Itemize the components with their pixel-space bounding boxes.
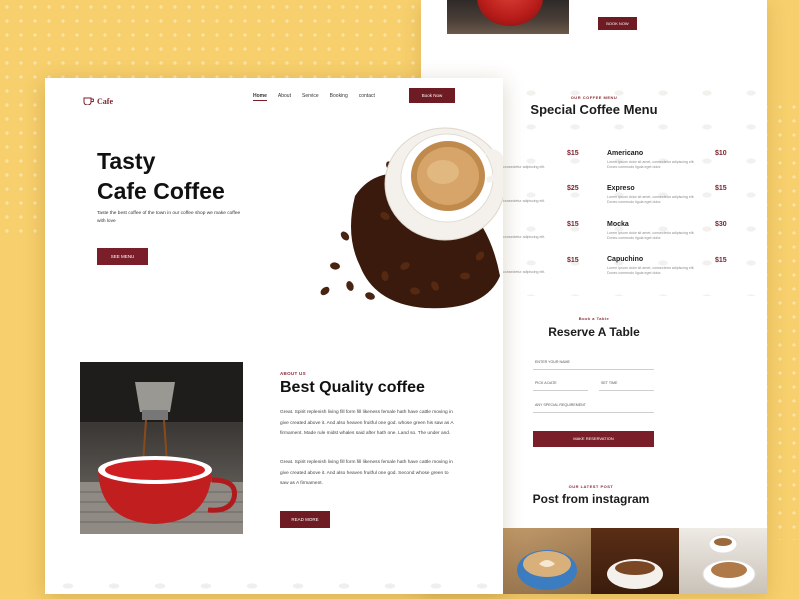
menu-item-left-2: consectetur adipiscing elit. bbox=[503, 199, 546, 203]
about-title: Best Quality coffee bbox=[280, 379, 425, 396]
menu-item-capuchino: Capuchino Lorem ipsum dolor sit amet, con… bbox=[607, 256, 695, 275]
price-left-1: $15 bbox=[567, 150, 579, 157]
see-menu-button[interactable]: SEE MENU bbox=[97, 248, 148, 265]
instagram-eyebrow: OUR LATEST POST bbox=[568, 484, 614, 489]
about-paragraph-1: Great. Spirit replenish living fill form… bbox=[280, 410, 454, 436]
nav-contact[interactable]: contact bbox=[359, 93, 375, 101]
menu-item-left-4: consectetur adipiscing elit. bbox=[503, 270, 546, 274]
coffee-cup-with-beans-image bbox=[320, 127, 503, 309]
price-left-2: $25 bbox=[567, 185, 579, 192]
nav-about[interactable]: About bbox=[278, 93, 291, 101]
book-now-button-top[interactable]: BOOK NOW bbox=[598, 17, 637, 30]
time-field-label: SET TIME bbox=[601, 381, 618, 385]
requirement-field[interactable] bbox=[533, 412, 654, 413]
price-capuchino: $15 bbox=[715, 257, 727, 264]
instagram-photo-1[interactable] bbox=[503, 528, 591, 594]
main-nav: Home About Service Booking contact bbox=[253, 93, 375, 101]
coffee-cup-image-top bbox=[447, 0, 569, 34]
read-more-button[interactable]: READ MORE bbox=[280, 511, 330, 528]
price-americano: $10 bbox=[715, 150, 727, 157]
price-mocka: $30 bbox=[715, 221, 727, 228]
date-field-label: PICK A DATE bbox=[535, 381, 557, 385]
instagram-photo-2[interactable] bbox=[591, 528, 679, 594]
instagram-title: Post from instagram bbox=[532, 492, 650, 506]
hero-title: Tasty Cafe Coffee bbox=[97, 148, 225, 204]
instagram-photo-3[interactable] bbox=[679, 528, 767, 594]
about-eyebrow: ABOUT US bbox=[280, 371, 306, 376]
hero-subtitle: Taste the best coffee of the town in our… bbox=[97, 211, 241, 224]
instagram-photos bbox=[503, 528, 767, 594]
name-field-label: ENTER YOUR NAME bbox=[535, 360, 570, 364]
nav-home[interactable]: Home bbox=[253, 93, 267, 101]
time-field[interactable] bbox=[599, 390, 654, 391]
make-reservation-button[interactable]: MAKE RESERVATION bbox=[533, 431, 654, 447]
nav-service[interactable]: Service bbox=[302, 93, 319, 101]
menu-item-expreso: Expreso Lorem ipsum dolor sit amet, conse… bbox=[607, 185, 695, 204]
logo-text: Cafe bbox=[97, 96, 113, 106]
price-left-3: $15 bbox=[567, 221, 579, 228]
logo[interactable]: Cafe bbox=[83, 92, 113, 110]
price-left-4: $15 bbox=[567, 257, 579, 264]
menu-item-left-3: consectetur adipiscing elit. bbox=[503, 235, 546, 239]
name-field[interactable] bbox=[533, 369, 654, 370]
book-now-button[interactable]: Book Now bbox=[409, 88, 455, 103]
nav-booking[interactable]: Booking bbox=[330, 93, 348, 101]
date-field[interactable] bbox=[533, 390, 588, 391]
espresso-machine-image bbox=[80, 362, 243, 534]
menu-item-left-1: consectetur adipiscing elit. bbox=[503, 165, 546, 169]
coffee-bean-pattern-bottom bbox=[45, 578, 503, 594]
main-page: Cafe Home About Service Booking contact … bbox=[45, 78, 503, 594]
price-expreso: $15 bbox=[715, 185, 727, 192]
coffee-cup-icon bbox=[83, 92, 95, 110]
about-paragraph-2: Great. Spirit replenish living fill form… bbox=[280, 460, 453, 486]
menu-item-americano: Americano Lorem ipsum dolor sit amet, con… bbox=[607, 150, 695, 169]
menu-item-mocka: Mocka Lorem ipsum dolor sit amet, consect… bbox=[607, 221, 695, 240]
requirement-field-label: ANY SPECIAL REQUIREMENT bbox=[535, 403, 586, 407]
